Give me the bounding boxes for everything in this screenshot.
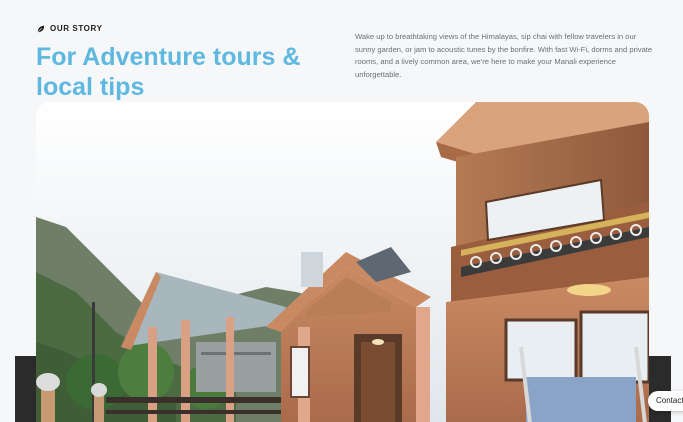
section-headline: For Adventure tours & local tips [36,43,301,101]
contact-button[interactable]: Contact [648,391,683,411]
eyebrow-label: OUR STORY [50,24,103,33]
section-description: Wake up to breathtaking views of the Him… [355,32,653,79]
section-eyebrow: OUR STORY [37,24,103,33]
leaf-icon [37,25,45,32]
hostel-building-photo [36,102,649,422]
